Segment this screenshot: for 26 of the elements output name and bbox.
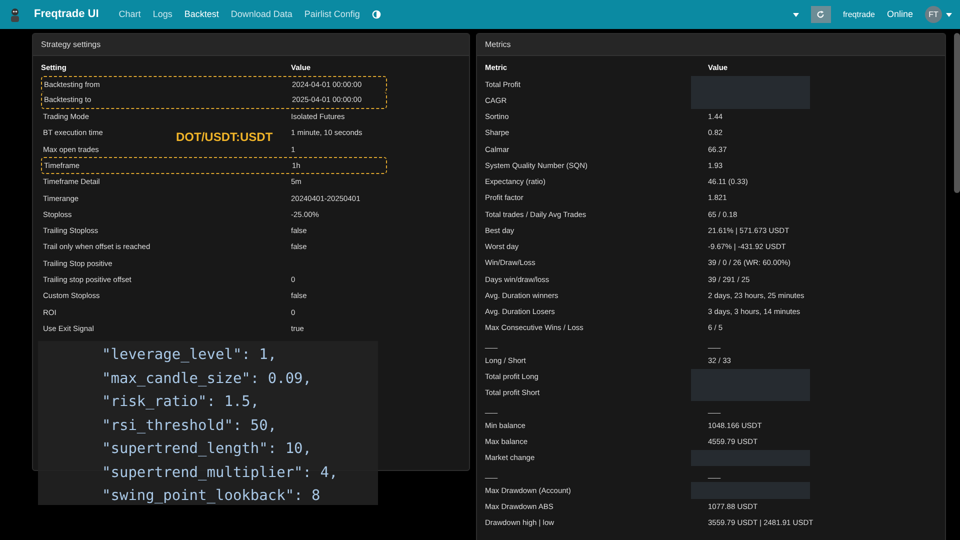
nav-link[interactable]: Pairlist Config bbox=[304, 8, 360, 22]
nav-link[interactable]: Chart bbox=[118, 8, 141, 22]
theme-toggle-icon[interactable] bbox=[372, 10, 381, 19]
robot-logo-icon[interactable] bbox=[8, 6, 22, 22]
caret-icon[interactable] bbox=[792, 12, 799, 18]
code-line: "swing_point_lookback": 8 bbox=[102, 487, 322, 506]
bot-name: freqtrade bbox=[842, 8, 875, 20]
refresh-icon bbox=[816, 10, 826, 19]
nav-link[interactable]: Backtest bbox=[184, 8, 219, 22]
status-text: Online bbox=[886, 8, 913, 21]
code-line: "max_candle_size": 0.09, bbox=[102, 370, 313, 388]
refresh-button[interactable] bbox=[810, 6, 831, 23]
panel-header: Metrics bbox=[477, 34, 945, 56]
scrollbar[interactable] bbox=[954, 33, 960, 193]
brand-title[interactable]: Freqtrade UI bbox=[34, 6, 99, 23]
pair-annotation: DOT/USDT:USDT bbox=[176, 129, 273, 146]
code-line: "risk_ratio": 1.5, bbox=[102, 393, 260, 412]
code-line: "supertrend_multiplier": 4, bbox=[102, 464, 339, 482]
nav-link[interactable]: Download Data bbox=[230, 8, 292, 22]
caret-icon[interactable] bbox=[946, 12, 952, 18]
code-line: "supertrend_length": 10, bbox=[102, 440, 313, 459]
user-avatar[interactable]: FT bbox=[925, 6, 942, 23]
nav-link[interactable]: Logs bbox=[152, 8, 172, 22]
code-line: "rsi_threshold": 50, bbox=[102, 416, 278, 436]
code-line: "leverage_level": 1, bbox=[102, 346, 278, 365]
panel-header: Strategy settings bbox=[33, 34, 469, 56]
